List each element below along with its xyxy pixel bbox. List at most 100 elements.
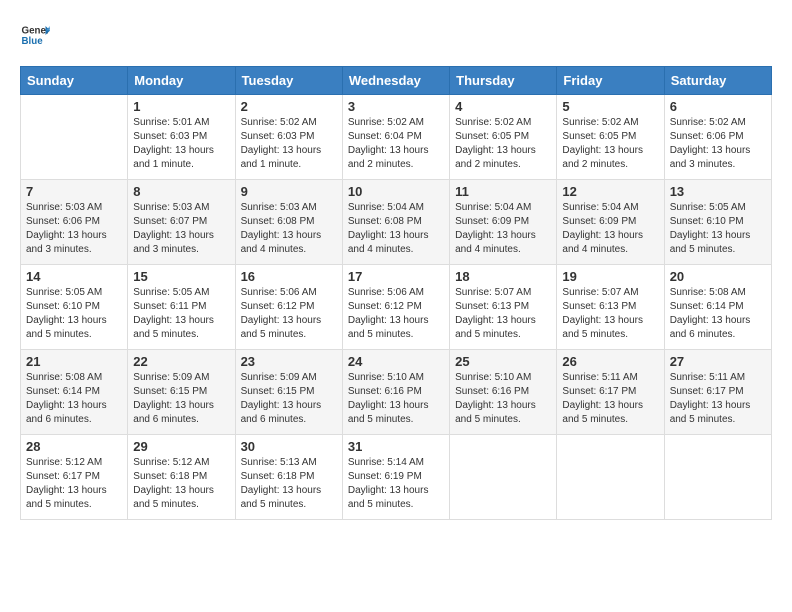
day-cell: 4 Sunrise: 5:02 AMSunset: 6:05 PMDayligh… (450, 95, 557, 180)
day-cell: 24 Sunrise: 5:10 AMSunset: 6:16 PMDaylig… (342, 350, 449, 435)
day-info: Sunrise: 5:04 AMSunset: 6:09 PMDaylight:… (562, 201, 658, 257)
day-cell: 28 Sunrise: 5:12 AMSunset: 6:17 PMDaylig… (21, 435, 128, 520)
day-info: Sunrise: 5:08 AMSunset: 6:14 PMDaylight:… (670, 286, 766, 342)
day-number: 22 (133, 354, 229, 369)
day-info: Sunrise: 5:03 AMSunset: 6:06 PMDaylight:… (26, 201, 122, 257)
day-header-tuesday: Tuesday (235, 67, 342, 95)
day-info: Sunrise: 5:03 AMSunset: 6:08 PMDaylight:… (241, 201, 337, 257)
day-number: 20 (670, 269, 766, 284)
week-row-3: 14 Sunrise: 5:05 AMSunset: 6:10 PMDaylig… (21, 265, 772, 350)
day-cell: 13 Sunrise: 5:05 AMSunset: 6:10 PMDaylig… (664, 180, 771, 265)
day-cell: 12 Sunrise: 5:04 AMSunset: 6:09 PMDaylig… (557, 180, 664, 265)
day-cell: 30 Sunrise: 5:13 AMSunset: 6:18 PMDaylig… (235, 435, 342, 520)
day-cell: 19 Sunrise: 5:07 AMSunset: 6:13 PMDaylig… (557, 265, 664, 350)
day-number: 26 (562, 354, 658, 369)
day-info: Sunrise: 5:08 AMSunset: 6:14 PMDaylight:… (26, 371, 122, 427)
day-info: Sunrise: 5:02 AMSunset: 6:04 PMDaylight:… (348, 116, 444, 172)
day-info: Sunrise: 5:12 AMSunset: 6:18 PMDaylight:… (133, 456, 229, 512)
day-header-thursday: Thursday (450, 67, 557, 95)
day-cell: 8 Sunrise: 5:03 AMSunset: 6:07 PMDayligh… (128, 180, 235, 265)
day-cell: 15 Sunrise: 5:05 AMSunset: 6:11 PMDaylig… (128, 265, 235, 350)
day-cell: 17 Sunrise: 5:06 AMSunset: 6:12 PMDaylig… (342, 265, 449, 350)
day-number: 28 (26, 439, 122, 454)
logo: General Blue (20, 20, 52, 50)
day-info: Sunrise: 5:12 AMSunset: 6:17 PMDaylight:… (26, 456, 122, 512)
week-row-1: 1 Sunrise: 5:01 AMSunset: 6:03 PMDayligh… (21, 95, 772, 180)
day-info: Sunrise: 5:05 AMSunset: 6:10 PMDaylight:… (670, 201, 766, 257)
day-number: 9 (241, 184, 337, 199)
day-info: Sunrise: 5:07 AMSunset: 6:13 PMDaylight:… (455, 286, 551, 342)
day-info: Sunrise: 5:10 AMSunset: 6:16 PMDaylight:… (455, 371, 551, 427)
page-header: General Blue (20, 20, 772, 50)
day-info: Sunrise: 5:11 AMSunset: 6:17 PMDaylight:… (562, 371, 658, 427)
day-number: 16 (241, 269, 337, 284)
day-cell: 3 Sunrise: 5:02 AMSunset: 6:04 PMDayligh… (342, 95, 449, 180)
day-info: Sunrise: 5:03 AMSunset: 6:07 PMDaylight:… (133, 201, 229, 257)
day-number: 15 (133, 269, 229, 284)
day-header-sunday: Sunday (21, 67, 128, 95)
calendar-table: SundayMondayTuesdayWednesdayThursdayFrid… (20, 66, 772, 520)
day-info: Sunrise: 5:04 AMSunset: 6:08 PMDaylight:… (348, 201, 444, 257)
day-cell: 11 Sunrise: 5:04 AMSunset: 6:09 PMDaylig… (450, 180, 557, 265)
day-number: 18 (455, 269, 551, 284)
day-header-friday: Friday (557, 67, 664, 95)
day-info: Sunrise: 5:05 AMSunset: 6:10 PMDaylight:… (26, 286, 122, 342)
day-number: 6 (670, 99, 766, 114)
day-cell (664, 435, 771, 520)
day-cell: 7 Sunrise: 5:03 AMSunset: 6:06 PMDayligh… (21, 180, 128, 265)
day-cell: 31 Sunrise: 5:14 AMSunset: 6:19 PMDaylig… (342, 435, 449, 520)
day-cell: 5 Sunrise: 5:02 AMSunset: 6:05 PMDayligh… (557, 95, 664, 180)
day-cell: 9 Sunrise: 5:03 AMSunset: 6:08 PMDayligh… (235, 180, 342, 265)
day-info: Sunrise: 5:09 AMSunset: 6:15 PMDaylight:… (133, 371, 229, 427)
day-info: Sunrise: 5:02 AMSunset: 6:05 PMDaylight:… (562, 116, 658, 172)
day-number: 13 (670, 184, 766, 199)
day-info: Sunrise: 5:06 AMSunset: 6:12 PMDaylight:… (241, 286, 337, 342)
day-number: 10 (348, 184, 444, 199)
day-info: Sunrise: 5:01 AMSunset: 6:03 PMDaylight:… (133, 116, 229, 172)
day-cell: 29 Sunrise: 5:12 AMSunset: 6:18 PMDaylig… (128, 435, 235, 520)
day-cell (450, 435, 557, 520)
day-info: Sunrise: 5:07 AMSunset: 6:13 PMDaylight:… (562, 286, 658, 342)
day-header-saturday: Saturday (664, 67, 771, 95)
day-number: 12 (562, 184, 658, 199)
svg-text:Blue: Blue (22, 36, 44, 47)
day-info: Sunrise: 5:02 AMSunset: 6:03 PMDaylight:… (241, 116, 337, 172)
day-number: 5 (562, 99, 658, 114)
day-cell: 16 Sunrise: 5:06 AMSunset: 6:12 PMDaylig… (235, 265, 342, 350)
day-number: 25 (455, 354, 551, 369)
day-info: Sunrise: 5:06 AMSunset: 6:12 PMDaylight:… (348, 286, 444, 342)
day-number: 24 (348, 354, 444, 369)
logo-icon: General Blue (20, 20, 50, 50)
day-cell: 18 Sunrise: 5:07 AMSunset: 6:13 PMDaylig… (450, 265, 557, 350)
day-cell: 25 Sunrise: 5:10 AMSunset: 6:16 PMDaylig… (450, 350, 557, 435)
day-header-wednesday: Wednesday (342, 67, 449, 95)
day-number: 27 (670, 354, 766, 369)
day-header-monday: Monday (128, 67, 235, 95)
day-number: 14 (26, 269, 122, 284)
day-cell: 14 Sunrise: 5:05 AMSunset: 6:10 PMDaylig… (21, 265, 128, 350)
week-row-4: 21 Sunrise: 5:08 AMSunset: 6:14 PMDaylig… (21, 350, 772, 435)
day-number: 1 (133, 99, 229, 114)
day-number: 17 (348, 269, 444, 284)
day-cell: 20 Sunrise: 5:08 AMSunset: 6:14 PMDaylig… (664, 265, 771, 350)
day-cell: 27 Sunrise: 5:11 AMSunset: 6:17 PMDaylig… (664, 350, 771, 435)
day-cell (21, 95, 128, 180)
day-number: 21 (26, 354, 122, 369)
day-number: 19 (562, 269, 658, 284)
day-cell: 26 Sunrise: 5:11 AMSunset: 6:17 PMDaylig… (557, 350, 664, 435)
day-cell: 22 Sunrise: 5:09 AMSunset: 6:15 PMDaylig… (128, 350, 235, 435)
day-number: 30 (241, 439, 337, 454)
day-cell: 1 Sunrise: 5:01 AMSunset: 6:03 PMDayligh… (128, 95, 235, 180)
day-info: Sunrise: 5:14 AMSunset: 6:19 PMDaylight:… (348, 456, 444, 512)
day-cell (557, 435, 664, 520)
day-cell: 23 Sunrise: 5:09 AMSunset: 6:15 PMDaylig… (235, 350, 342, 435)
day-number: 8 (133, 184, 229, 199)
day-info: Sunrise: 5:05 AMSunset: 6:11 PMDaylight:… (133, 286, 229, 342)
day-number: 7 (26, 184, 122, 199)
day-number: 23 (241, 354, 337, 369)
week-row-5: 28 Sunrise: 5:12 AMSunset: 6:17 PMDaylig… (21, 435, 772, 520)
day-info: Sunrise: 5:09 AMSunset: 6:15 PMDaylight:… (241, 371, 337, 427)
day-number: 31 (348, 439, 444, 454)
day-info: Sunrise: 5:04 AMSunset: 6:09 PMDaylight:… (455, 201, 551, 257)
day-cell: 10 Sunrise: 5:04 AMSunset: 6:08 PMDaylig… (342, 180, 449, 265)
